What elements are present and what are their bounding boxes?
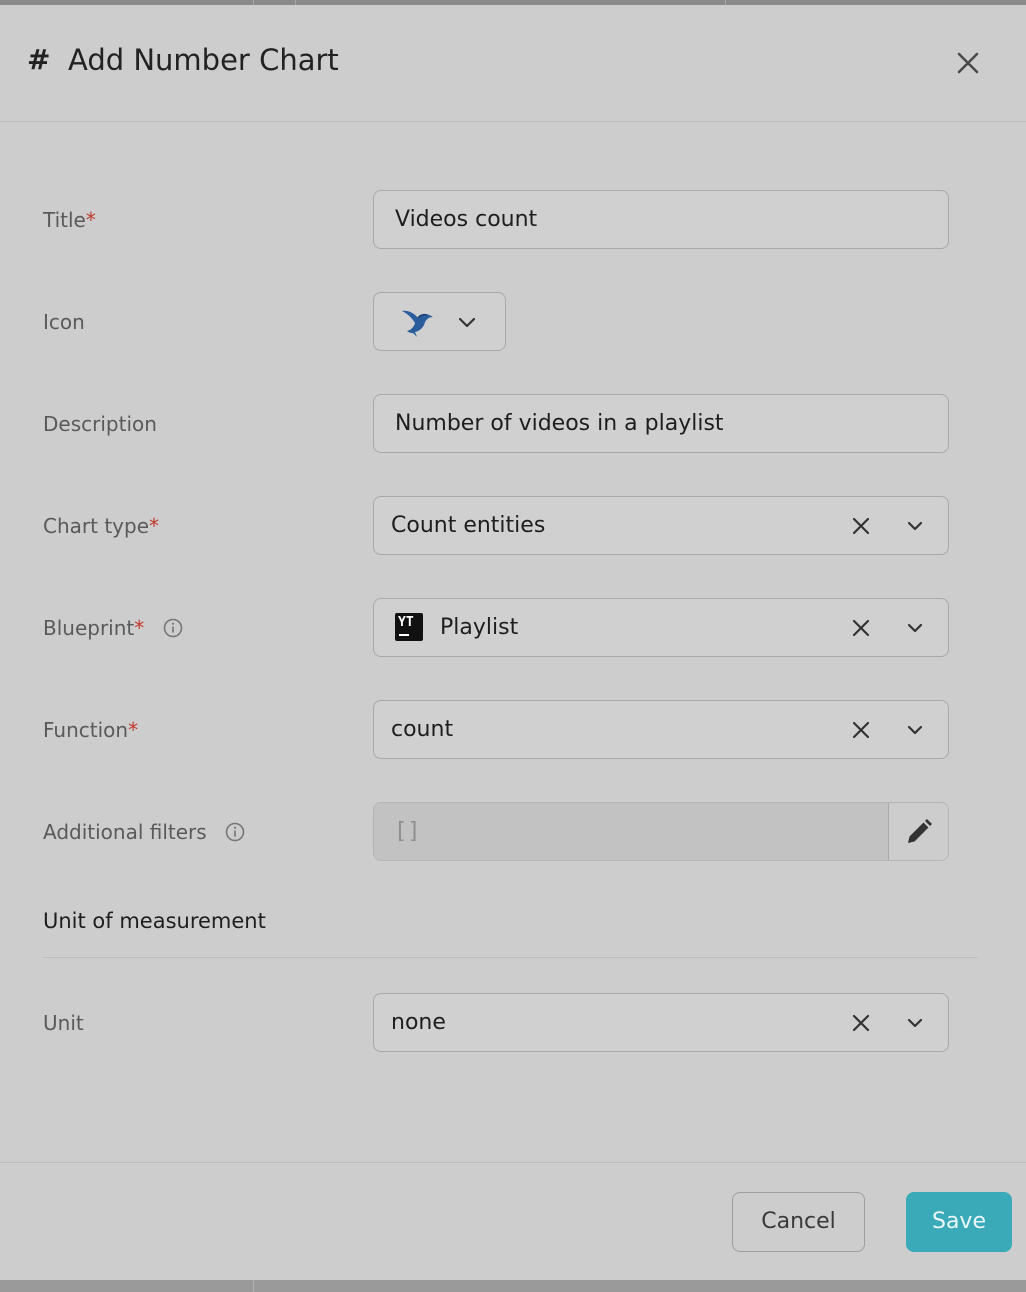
title-label: Title* (43, 208, 96, 232)
unit-select[interactable]: none (373, 993, 949, 1052)
clear-icon[interactable] (850, 515, 872, 537)
info-icon[interactable] (163, 618, 183, 638)
clear-icon[interactable] (850, 1012, 872, 1034)
save-button[interactable]: Save (906, 1192, 1012, 1252)
hash-icon: # (27, 43, 51, 76)
required-mark: * (149, 514, 159, 538)
required-mark: * (134, 616, 145, 640)
chevron-down-icon (458, 317, 476, 328)
unit-of-measurement-heading: Unit of measurement (43, 909, 266, 933)
pencil-icon (908, 819, 932, 843)
youtube-blueprint-icon: YT (395, 613, 423, 641)
title-input-value: Videos count (395, 207, 538, 232)
description-input-value: Number of videos in a playlist (395, 411, 724, 436)
dialog-header: # Add Number Chart (0, 5, 1026, 122)
unit-label: Unit (43, 1011, 84, 1035)
dialog-footer-divider (0, 1162, 1026, 1163)
function-value: count (391, 717, 454, 742)
chevron-down-icon[interactable] (904, 719, 926, 741)
cancel-button[interactable]: Cancel (732, 1192, 865, 1252)
chevron-down-icon[interactable] (904, 617, 926, 639)
description-label: Description (43, 412, 157, 436)
additional-filters-value: [] (394, 819, 421, 844)
info-icon[interactable] (225, 822, 245, 842)
clear-icon[interactable] (850, 617, 872, 639)
description-input[interactable]: Number of videos in a playlist (373, 394, 949, 453)
clear-icon[interactable] (850, 719, 872, 741)
unit-value: none (391, 1010, 446, 1035)
required-mark: * (85, 208, 96, 232)
edit-filters-button[interactable] (888, 803, 948, 860)
background-bottom-edge (0, 1280, 1026, 1292)
icon-picker[interactable] (373, 292, 506, 351)
add-number-chart-dialog: # Add Number Chart Title* Videos count I… (0, 5, 1026, 1280)
bird-icon (402, 310, 433, 337)
title-input[interactable]: Videos count (373, 190, 949, 249)
blueprint-select[interactable]: YT Playlist (373, 598, 949, 657)
close-icon[interactable] (952, 47, 984, 79)
additional-filters-label: Additional filters (43, 820, 245, 844)
additional-filters-field: [] (373, 802, 949, 861)
dialog-title: Add Number Chart (68, 43, 339, 77)
icon-label: Icon (43, 310, 85, 334)
chevron-down-icon[interactable] (904, 1012, 926, 1034)
blueprint-label: Blueprint* (43, 616, 183, 640)
required-mark: * (128, 718, 139, 742)
chart-type-value: Count entities (391, 513, 546, 538)
chart-type-select[interactable]: Count entities (373, 496, 949, 555)
chart-type-label: Chart type* (43, 514, 159, 538)
chevron-down-icon[interactable] (904, 515, 926, 537)
blueprint-value: Playlist (440, 615, 519, 640)
function-label: Function* (43, 718, 139, 742)
function-select[interactable]: count (373, 700, 949, 759)
section-divider (43, 957, 978, 958)
